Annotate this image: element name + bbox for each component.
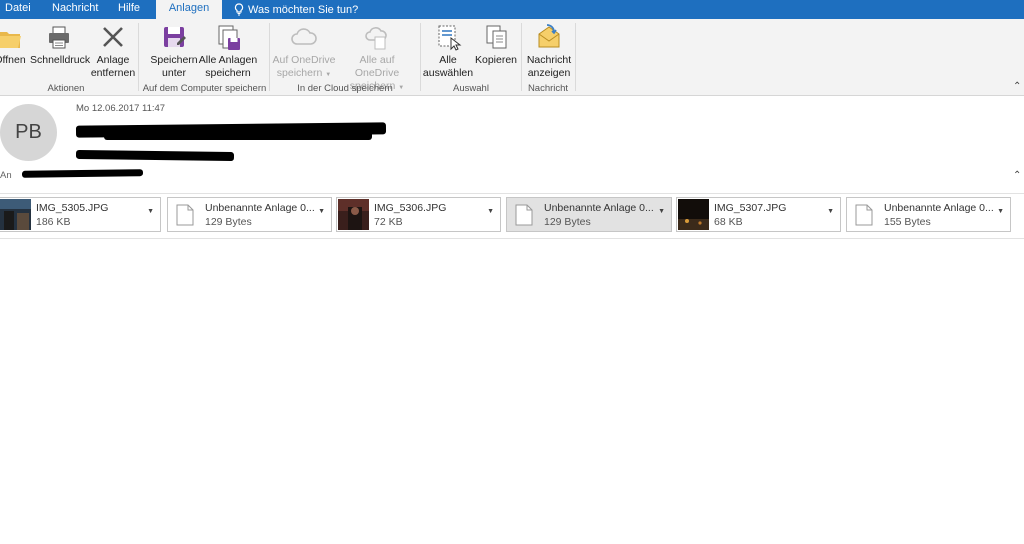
avatar: PB — [0, 104, 57, 161]
attachment-size: 72 KB — [374, 216, 403, 228]
group-label-computer: Auf dem Computer speichern — [142, 83, 267, 94]
save-to-onedrive-button[interactable]: Auf OneDrive speichern ▼ — [271, 22, 337, 82]
tab-datei[interactable]: Datei — [5, 0, 31, 19]
show-message-label-1: Nachricht — [526, 54, 572, 66]
ribbon-tab-bar: Datei Nachricht Hilfe Anlagen Was möchte… — [0, 0, 1024, 19]
save-disk-icon — [160, 22, 188, 52]
show-message-label-2: anzeigen — [527, 67, 571, 79]
attachment-name: Unbenannte Anlage 0... — [205, 202, 315, 214]
save-all-attachments-button[interactable]: Alle Anlagen speichern — [198, 22, 258, 80]
quick-print-label: Schnelldruck — [30, 54, 91, 66]
cloud-icon — [290, 22, 318, 52]
printer-icon — [45, 22, 73, 52]
remove-attachment-label-2: entfernen — [90, 67, 136, 79]
tell-me-text: Was möchten Sie tun? — [248, 3, 359, 16]
select-all-button[interactable]: Alle auswählen — [422, 22, 474, 80]
save-onedrive-label-2: speichern — [276, 67, 323, 79]
attachment-name: Unbenannte Anlage 0... — [884, 202, 994, 214]
save-all-label-1: Alle Anlagen — [198, 54, 258, 66]
attachment-item[interactable]: IMG_5306.JPG 72 KB ▼ — [336, 197, 501, 232]
redacted-subject — [75, 149, 235, 162]
save-all-label-2: speichern — [205, 67, 251, 79]
quick-print-button[interactable]: Schnelldruck — [30, 22, 91, 67]
attachment-item-selected[interactable]: Unbenannte Anlage 0... 129 Bytes ▼ — [506, 197, 672, 232]
attachment-size: 129 Bytes — [544, 216, 591, 228]
save-as-label-2: unter — [162, 67, 186, 79]
copy-button[interactable]: Kopieren — [474, 22, 518, 67]
save-all-icon — [214, 22, 242, 52]
group-label-cloud: In der Cloud speichern — [297, 83, 393, 94]
attachment-item[interactable]: IMG_5305.JPG 186 KB ▼ — [0, 197, 161, 232]
copy-icon — [482, 22, 510, 52]
attachment-item[interactable]: IMG_5307.JPG 68 KB ▼ — [676, 197, 841, 232]
image-thumbnail-icon — [0, 199, 31, 230]
group-separator — [420, 23, 421, 91]
attachment-size: 155 Bytes — [884, 216, 931, 228]
tell-me-box[interactable]: Was möchten Sie tun? — [234, 0, 358, 19]
message-body[interactable] — [0, 239, 1024, 544]
attachment-size: 186 KB — [36, 216, 71, 228]
image-thumbnail-icon — [338, 199, 369, 230]
attachment-name: IMG_5306.JPG — [374, 202, 447, 214]
chevron-down-icon[interactable]: ▼ — [147, 208, 154, 215]
attachment-name: IMG_5305.JPG — [36, 202, 109, 214]
group-label-nachricht: Nachricht — [527, 83, 569, 94]
chevron-down-icon[interactable]: ▼ — [658, 208, 665, 215]
group-separator — [575, 23, 576, 91]
open-button[interactable]: Öffnen — [0, 22, 28, 67]
cloud-files-icon — [363, 22, 391, 52]
remove-x-icon — [99, 22, 127, 52]
chevron-down-icon[interactable]: ▼ — [487, 208, 494, 215]
header-divider — [0, 193, 1024, 194]
save-onedrive-label-1: Auf OneDrive — [272, 54, 336, 66]
group-separator — [269, 23, 270, 91]
chevron-down-icon[interactable]: ▼ — [318, 208, 325, 215]
generic-file-icon — [515, 204, 533, 226]
group-separator — [138, 23, 139, 91]
chevron-down-icon[interactable]: ▼ — [997, 208, 1004, 215]
ribbon: Öffnen Schnelldruck Anlage entfernen Akt… — [0, 19, 1024, 96]
group-label-auswahl: Auswahl — [453, 83, 489, 94]
chevron-down-icon: ▼ — [325, 72, 332, 78]
show-message-button[interactable]: Nachricht anzeigen — [524, 22, 574, 80]
collapse-header-icon[interactable]: ⌃ — [1013, 170, 1021, 181]
copy-label: Kopieren — [474, 54, 518, 66]
save-as-label-1: Speichern — [150, 54, 198, 66]
redacted-recipient — [21, 169, 144, 178]
message-date: Mo 12.06.2017 11:47 — [76, 103, 166, 114]
select-all-label-2: auswählen — [422, 67, 474, 79]
select-all-label-1: Alle — [439, 54, 457, 66]
attachment-size: 68 KB — [714, 216, 743, 228]
save-as-button[interactable]: Speichern unter — [148, 22, 200, 80]
attachment-size: 129 Bytes — [205, 216, 252, 228]
collapse-ribbon-icon[interactable]: ⌃ — [1013, 81, 1021, 92]
chevron-down-icon[interactable]: ▼ — [827, 208, 834, 215]
generic-file-icon — [855, 204, 873, 226]
group-label-aktionen: Aktionen — [47, 83, 85, 94]
tab-nachricht[interactable]: Nachricht — [52, 0, 98, 19]
remove-attachment-label-1: Anlage — [96, 54, 130, 66]
lightbulb-icon — [234, 3, 244, 16]
redacted-sender-2 — [104, 131, 372, 140]
attachment-name: IMG_5307.JPG — [714, 202, 787, 214]
select-all-icon — [434, 22, 462, 52]
open-label: Öffnen — [0, 54, 26, 66]
to-label: An — [0, 170, 12, 181]
tab-anlagen[interactable]: Anlagen — [156, 0, 222, 19]
attachment-item[interactable]: Unbenannte Anlage 0... 129 Bytes ▼ — [167, 197, 332, 232]
group-separator — [521, 23, 522, 91]
folder-open-icon — [0, 22, 24, 52]
save-all-onedrive-label-1: Alle auf OneDrive — [354, 54, 400, 79]
remove-attachment-button[interactable]: Anlage entfernen — [90, 22, 136, 80]
attachment-item[interactable]: Unbenannte Anlage 0... 155 Bytes ▼ — [846, 197, 1011, 232]
envelope-icon — [535, 22, 563, 52]
image-thumbnail-icon — [678, 199, 709, 230]
generic-file-icon — [176, 204, 194, 226]
attachment-name: Unbenannte Anlage 0... — [544, 202, 654, 214]
tab-hilfe[interactable]: Hilfe — [118, 0, 140, 19]
